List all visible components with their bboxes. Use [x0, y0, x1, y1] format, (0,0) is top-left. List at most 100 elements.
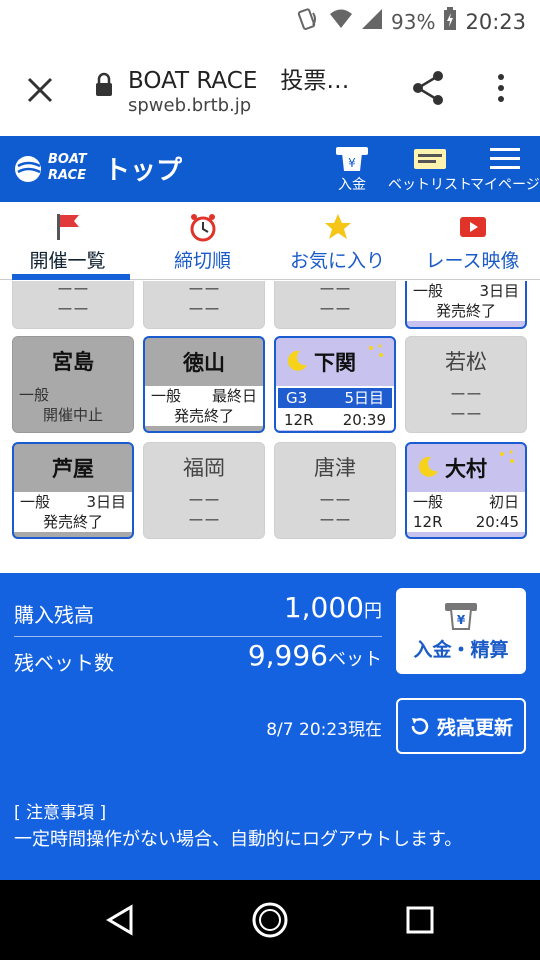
remaining-bets-unit: ベット: [328, 649, 382, 670]
race-deadline: 20:45: [475, 513, 519, 531]
betlist-nav-button[interactable]: ベットリスト: [388, 144, 472, 194]
venue-day: 5日目: [344, 389, 384, 407]
race-deadline: 20:39: [342, 411, 386, 429]
tab-deadline-order[interactable]: 締切順: [135, 202, 270, 279]
betlist-nav-label: ベットリスト: [388, 177, 472, 193]
venue-grade: 一般: [413, 282, 444, 300]
deposit-settle-button[interactable]: ¥ 入金・精算: [396, 588, 526, 674]
logo-text-boat: BOAT: [48, 152, 87, 167]
battery-icon: [443, 7, 457, 36]
venue-card[interactable]: ーー ーー: [143, 281, 265, 329]
refresh-balance-label: 残高更新: [436, 716, 513, 739]
system-nav-bar: [0, 880, 540, 960]
tab-label: お気に入り: [289, 250, 385, 272]
logo-text-race: RACE: [48, 168, 87, 183]
venue-card-miyajima[interactable]: 宮島 一般 開催中止: [12, 336, 134, 433]
venue-card-fukuoka[interactable]: 福岡 ーー ーー: [143, 442, 265, 539]
back-button[interactable]: [100, 900, 140, 940]
venue-name: 芦屋: [52, 457, 94, 481]
venue-grade: 一般: [151, 387, 182, 405]
page-url: spweb.brtb.jp: [128, 95, 252, 116]
venue-card-wakamatsu[interactable]: 若松 ーー ーー: [405, 336, 527, 433]
notice-text: 一定時間操作がない場合、自動的にログアウトします。: [14, 829, 463, 850]
venue-status: 発売終了: [42, 513, 103, 531]
venue-status: ーー: [318, 281, 351, 299]
venue-status: ーー: [56, 281, 89, 299]
share-button[interactable]: [408, 68, 448, 108]
home-button[interactable]: [250, 900, 290, 940]
venue-status: ーー: [449, 405, 482, 424]
page-title: BOAT RACE 投票…: [128, 68, 350, 94]
venue-name: 福岡: [183, 456, 225, 480]
tab-race-video[interactable]: レース映像: [405, 202, 540, 279]
refresh-icon: [411, 718, 429, 735]
divider: [14, 636, 382, 637]
recents-button[interactable]: [400, 900, 440, 940]
venue-card-omura[interactable]: 大村 一般 初日 12R 20:45: [405, 442, 527, 539]
venue-status: ーー: [449, 385, 482, 404]
yen-deposit-icon: ¥: [445, 602, 477, 630]
venue-status: ーー: [187, 281, 220, 299]
purchase-balance-value: 1,000円: [284, 591, 382, 624]
venue-card-ashiya[interactable]: 芦屋 一般 3日目 発売終了: [12, 442, 134, 539]
venue-day: 3日目: [479, 282, 519, 300]
purchase-balance-label: 購入残高: [14, 603, 94, 627]
browser-toolbar: BOAT RACE 投票… spweb.brtb.jp: [0, 42, 540, 136]
tab-label: レース映像: [425, 250, 520, 272]
purchase-balance-unit: 円: [364, 601, 382, 622]
venue-grid: ーー ーー ーー ーー ーー ーー 一般 3日目 発売終了 宮島 一般 開催中止 …: [0, 281, 540, 573]
site-header: BOAT RACE トップ ¥ 入金 ベットリスト マイページ: [0, 136, 540, 202]
share-icon: [413, 71, 443, 105]
svg-text:¥: ¥: [348, 156, 356, 170]
tab-favorites[interactable]: お気に入り: [270, 202, 405, 279]
venue-status: 発売終了: [435, 302, 496, 320]
mypage-nav-button[interactable]: マイページ: [470, 144, 540, 194]
venue-status: ーー: [318, 491, 351, 510]
wifi-icon: [329, 8, 353, 35]
venue-card[interactable]: ーー ーー: [12, 281, 134, 329]
remaining-bets-amount: 9,996: [247, 639, 328, 672]
venue-name: 宮島: [52, 350, 94, 374]
flag-icon: [53, 212, 83, 242]
venue-day: 最終日: [211, 387, 257, 405]
deposit-nav-button[interactable]: ¥ 入金: [334, 144, 370, 194]
balance-panel: 購入残高 1,000円 残ベット数 9,996ベット ¥ 入金・精算 8/7 2…: [0, 573, 540, 880]
venue-status: 開催中止: [42, 406, 103, 424]
venue-card-tokuyama[interactable]: 徳山 一般 最終日 発売終了: [143, 336, 265, 433]
more-menu-button[interactable]: [488, 68, 514, 108]
deposit-settle-label: 入金・精算: [413, 638, 509, 661]
moon-icon: [415, 454, 441, 485]
tab-label: 開催一覧: [29, 250, 106, 272]
venue-card[interactable]: ーー ーー: [274, 281, 396, 329]
race-number: 12R: [284, 411, 314, 429]
star-icon: [323, 212, 353, 242]
refresh-balance-button[interactable]: 残高更新: [396, 698, 526, 754]
header-title: トップ: [104, 156, 183, 186]
remaining-bets-value: 9,996ベット: [248, 639, 382, 672]
venue-grade: 一般: [20, 493, 51, 511]
venue-status: ーー: [187, 491, 220, 510]
main-tabs: 開催一覧 締切順 お気に入り レース映像: [0, 202, 540, 280]
video-icon: [458, 212, 488, 242]
notice-title: [ 注意事項 ]: [14, 803, 107, 823]
boatrace-logo[interactable]: BOAT RACE: [14, 150, 88, 188]
venue-name: 徳山: [183, 351, 225, 375]
moon-icon: [284, 348, 310, 379]
tab-schedule-list[interactable]: 開催一覧: [0, 202, 135, 280]
balance-timestamp: 8/7 20:23現在: [266, 720, 382, 740]
stars-icon: [497, 448, 517, 473]
alarm-clock-icon: [188, 212, 218, 242]
race-number: 12R: [413, 513, 443, 531]
home-circle-icon: [252, 902, 288, 938]
venue-card-karatsu[interactable]: 唐津 ーー ーー: [274, 442, 396, 539]
venue-grade: 一般: [413, 493, 444, 511]
venue-card-shimonoseki[interactable]: 下関 G3 5日目 12R 20:39: [274, 336, 396, 433]
back-triangle-icon: [106, 904, 133, 936]
venue-name: 唐津: [314, 456, 356, 480]
yen-deposit-icon: ¥: [334, 144, 370, 174]
close-button[interactable]: [20, 70, 60, 110]
venue-day: 3日目: [86, 493, 126, 511]
venue-card[interactable]: 一般 3日目 発売終了: [405, 281, 527, 329]
remaining-bets-label: 残ベット数: [14, 651, 114, 675]
venue-grade: G3: [286, 389, 308, 407]
